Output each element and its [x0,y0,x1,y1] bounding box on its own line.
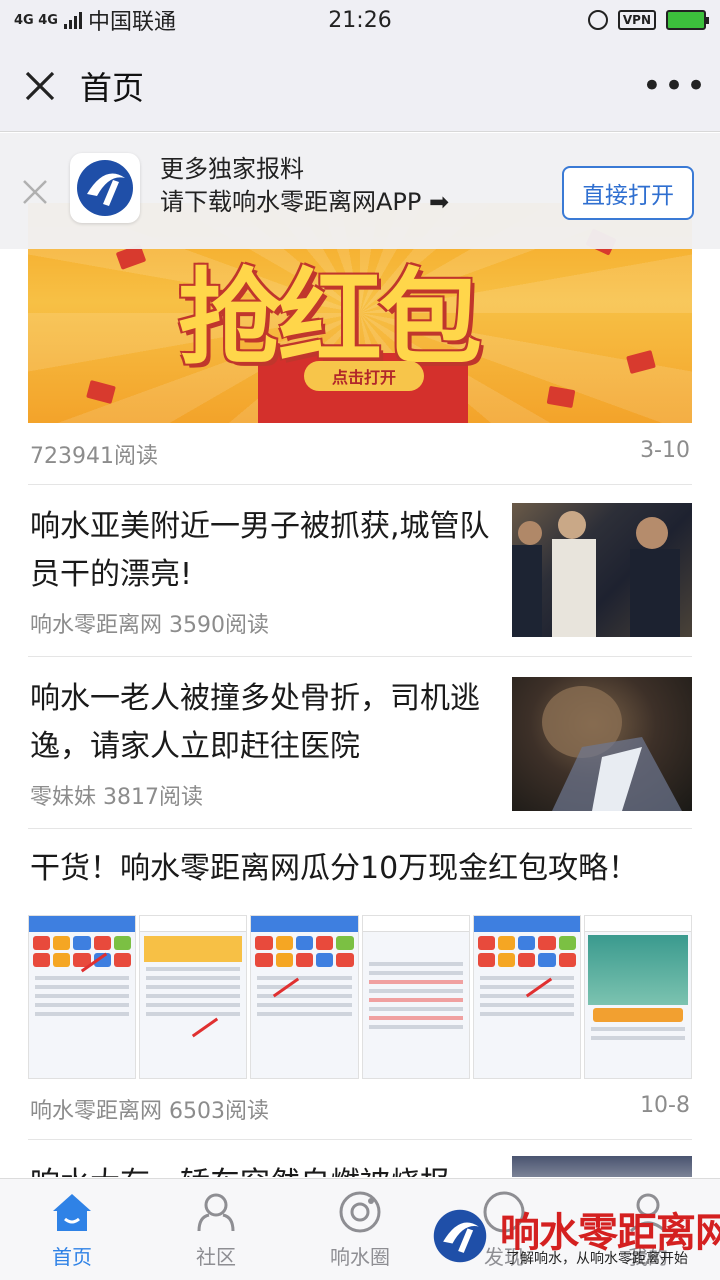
article-item[interactable]: 响水亚美附近一男子被抓获,城管队员干的漂亮! 响水零距离网 3590阅读 [0,485,720,657]
screenshot-thumbnail [139,915,248,1079]
banner-line2: 请下载响水零距离网APP ➡ [160,188,450,216]
banner-close-icon[interactable] [20,177,50,207]
watermark-subtitle: 了解响水，从响水零距离开始 [506,1251,688,1267]
article-screenshots[interactable] [28,915,693,1079]
tab-label: 社区 [196,1245,236,1269]
vpn-badge: VPN [617,10,656,30]
promo-reads: 723941阅读 [30,444,158,469]
tab-circle[interactable]: 响水圈 [288,1179,432,1280]
article-date: 10-8 [640,1093,690,1118]
status-bar: 4G 4G 中国联通 21:26 VPN [0,0,720,40]
tab-home[interactable]: 首页 [0,1179,144,1280]
status-left: 4G 4G 中国联通 [14,4,588,36]
article-thumbnail [512,1156,692,1177]
screenshot-thumbnail [361,915,470,1079]
nav-bar: 首页 ••• [0,40,720,132]
article-title: 响水亚美附近一男子被抓获,城管队员干的漂亮! [30,509,490,592]
network-type: 4G 4G [14,12,58,28]
article-source: 响水零距离网 6503阅读 [30,1099,269,1124]
promo-date: 3-10 [640,438,690,463]
screenshot-thumbnail [28,915,137,1079]
promo-meta: 723941阅读 3-10 [30,438,690,470]
app-download-banner[interactable]: 更多独家报料 请下载响水零距离网APP ➡ 直接打开 [0,133,720,249]
close-button[interactable] [0,40,80,132]
community-icon [197,1193,235,1232]
article-title: 干货！响水零距离网瓜分10万现金红包攻略！ [30,851,639,886]
page-title: 首页 [80,68,145,107]
alarm-icon [587,10,608,30]
article-title: 响水大有一轿车突然自燃被烧报 [30,1160,490,1177]
tab-community[interactable]: 社区 [144,1179,288,1280]
article-source: 零妹妹 3817阅读 [30,785,203,810]
article-item[interactable]: 响水大有一轿车突然自燃被烧报 [0,1140,720,1177]
app-logo [70,153,140,223]
feed[interactable]: 抢红包 点击打开 723941阅读 3-10 响水亚美附近一男子被抓获,城管队员… [0,133,720,1177]
screenshot-thumbnail [472,915,581,1079]
article-source: 响水零距离网 3590阅读 [30,613,269,638]
tab-label: 响水圈 [330,1245,390,1269]
battery-icon [666,10,709,30]
article-title: 响水一老人被撞多处骨折，司机逃逸，请家人立即赶往医院 [30,681,480,764]
circle-icon [339,1191,381,1233]
article-thumbnail [512,503,692,637]
more-icon: ••• [641,65,709,106]
promo-open-pill: 点击打开 [304,361,424,391]
open-app-button[interactable]: 直接打开 [562,166,694,220]
more-button[interactable]: ••• [630,40,720,132]
signal-icon [63,11,82,29]
site-watermark: 响水零距离网 了解响水，从响水零距离开始 [430,1200,720,1280]
article-thumbnail [512,677,692,811]
article-meta: 响水零距离网 6503阅读 10-8 [30,1093,690,1125]
carrier-name: 中国联通 [87,10,176,35]
article-item[interactable]: 响水一老人被撞多处骨折，司机逃逸，请家人立即赶往医院 零妹妹 3817阅读 [0,657,720,829]
status-right: VPN [587,10,709,30]
watermark-logo-icon [433,1209,487,1263]
screenshot-thumbnail [250,915,359,1079]
banner-line1: 更多独家报料 [160,155,304,183]
close-icon [25,71,55,100]
screenshot-thumbnail [583,915,693,1079]
tab-label: 首页 [52,1245,92,1269]
home-icon [53,1194,91,1231]
banner-text: 更多独家报料 请下载响水零距离网APP ➡ [160,153,449,219]
